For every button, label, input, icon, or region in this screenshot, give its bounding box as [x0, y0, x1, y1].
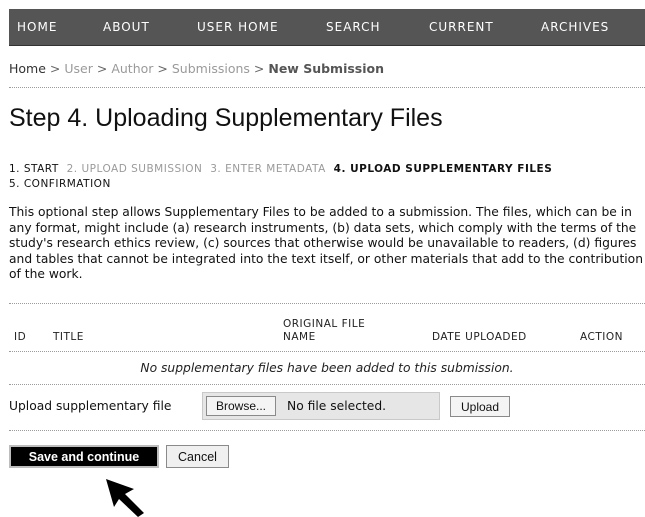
divider — [9, 303, 645, 304]
breadcrumb-separator: > — [96, 61, 108, 76]
breadcrumb-separator: > — [157, 61, 168, 76]
column-header-original-line2: NAME — [283, 331, 316, 343]
column-header-action: ACTION — [580, 331, 623, 343]
upload-button[interactable]: Upload — [450, 396, 510, 417]
upload-file-label: Upload supplementary file — [9, 399, 172, 413]
file-selection-status: No file selected. — [287, 399, 387, 413]
divider — [9, 384, 645, 385]
column-header-title: TITLE — [53, 331, 84, 343]
nav-user-home[interactable]: USER HOME — [197, 20, 279, 34]
nav-archives[interactable]: ARCHIVES — [541, 20, 609, 34]
breadcrumb-submissions[interactable]: Submissions — [172, 61, 250, 76]
step-enter-metadata[interactable]: 3. ENTER METADATA — [210, 163, 326, 175]
nav-search[interactable]: SEARCH — [326, 20, 381, 34]
breadcrumb-user[interactable]: User — [64, 61, 93, 76]
step-upload-submission[interactable]: 2. UPLOAD SUBMISSION — [67, 163, 203, 175]
save-and-continue-button[interactable]: Save and continue — [9, 445, 159, 468]
divider — [9, 351, 645, 352]
step-confirmation: 5. CONFIRMATION — [9, 178, 111, 190]
breadcrumb-home[interactable]: Home — [9, 61, 46, 76]
column-header-original-file: ORIGINAL FILE NAME — [283, 318, 365, 344]
breadcrumb-separator: > — [49, 61, 61, 76]
nav-home[interactable]: HOME — [17, 20, 57, 34]
nav-current[interactable]: CURRENT — [429, 20, 494, 34]
breadcrumb-author[interactable]: Author — [111, 61, 153, 76]
empty-table-message: No supplementary files have been added t… — [140, 361, 514, 375]
step-upload-supplementary: 4. UPLOAD SUPPLEMENTARY FILES — [333, 163, 553, 175]
column-header-date: DATE UPLOADED — [432, 331, 527, 343]
breadcrumb-current: New Submission — [268, 61, 385, 76]
intro-text: This optional step allows Supplementary … — [9, 205, 644, 281]
divider — [9, 87, 645, 88]
column-header-id: ID — [14, 331, 27, 343]
breadcrumb-separator: > — [253, 61, 265, 76]
mouse-pointer-arrow-icon — [106, 479, 144, 517]
breadcrumb: Home > User > Author > Submissions > New… — [9, 61, 384, 76]
cancel-button[interactable]: Cancel — [166, 445, 229, 468]
column-header-original-line1: ORIGINAL FILE — [283, 318, 366, 330]
page-title: Step 4. Uploading Supplementary Files — [9, 104, 443, 132]
top-navigation-bar: HOME ABOUT USER HOME SEARCH CURRENT ARCH… — [9, 9, 645, 46]
nav-about[interactable]: ABOUT — [103, 20, 150, 34]
divider — [9, 430, 645, 431]
browse-button[interactable]: Browse... — [206, 396, 276, 416]
step-progress: 1. START 2. UPLOAD SUBMISSION 3. ENTER M… — [9, 162, 645, 192]
step-start[interactable]: 1. START — [9, 163, 59, 175]
